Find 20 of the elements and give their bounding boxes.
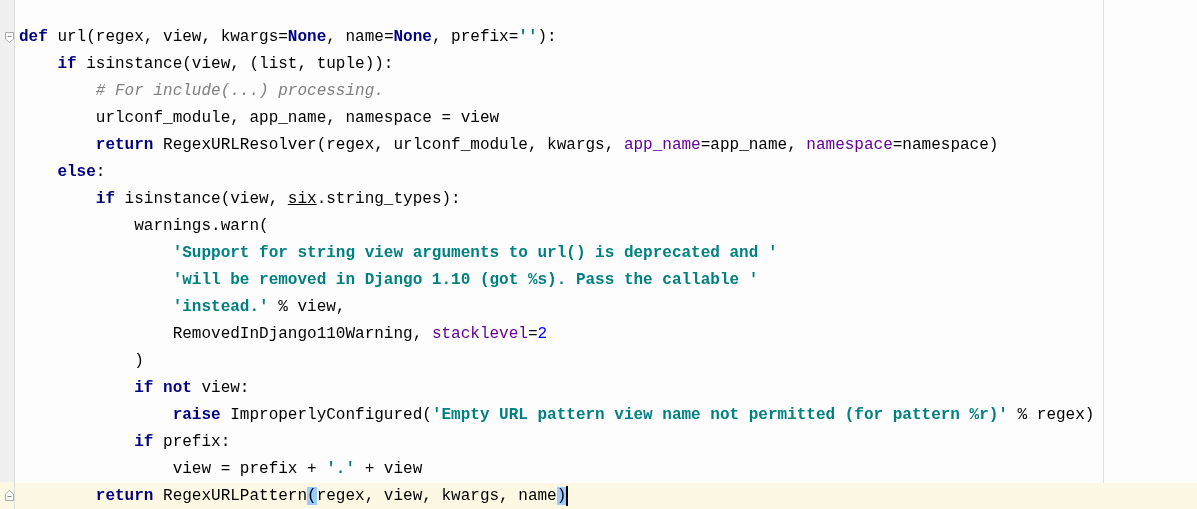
code-line: warnings.warn( (133, 216, 269, 237)
code-line: raise ImproperlyConfigured('Empty URL pattern view name not permitted (for pattern %r)' % regex) (171, 405, 1095, 426)
fold-icon[interactable] (5, 489, 14, 501)
code-line: if isinstance(view, (list, tuple)): (56, 54, 394, 75)
code-line: return RegexURLResolver(regex, urlconf_module, kwargs, app_name=app_name, namespace=namespace) (94, 135, 999, 156)
fold-icon[interactable] (5, 32, 14, 43)
code-line: 'Support for string view arguments to url() is deprecated and ' (171, 243, 778, 264)
code-line: return RegexURLPattern(regex, view, kwargs, name) (94, 486, 567, 507)
code-line: 'will be removed in Django 1.10 (got %s). Pass the callable ' (171, 270, 759, 291)
code-line: urlconf_module, app_name, namespace = view (94, 108, 500, 129)
code-line: 'instead.' % view, (171, 297, 346, 318)
code-line: else: (56, 162, 106, 183)
code-line: def url(regex, view, kwargs=None, name=None, prefix=''): (18, 27, 557, 48)
code-line: if isinstance(view, six.string_types): (94, 189, 461, 210)
code-line: view = prefix + '.' + view (171, 459, 423, 480)
code-line: if prefix: (133, 432, 231, 453)
code-line: # For include(...) processing. (94, 81, 384, 102)
code-line: if not view: (133, 378, 250, 399)
code-line: RemovedInDjango110Warning, stacklevel=2 (171, 324, 548, 345)
code-line: ) (133, 351, 144, 372)
